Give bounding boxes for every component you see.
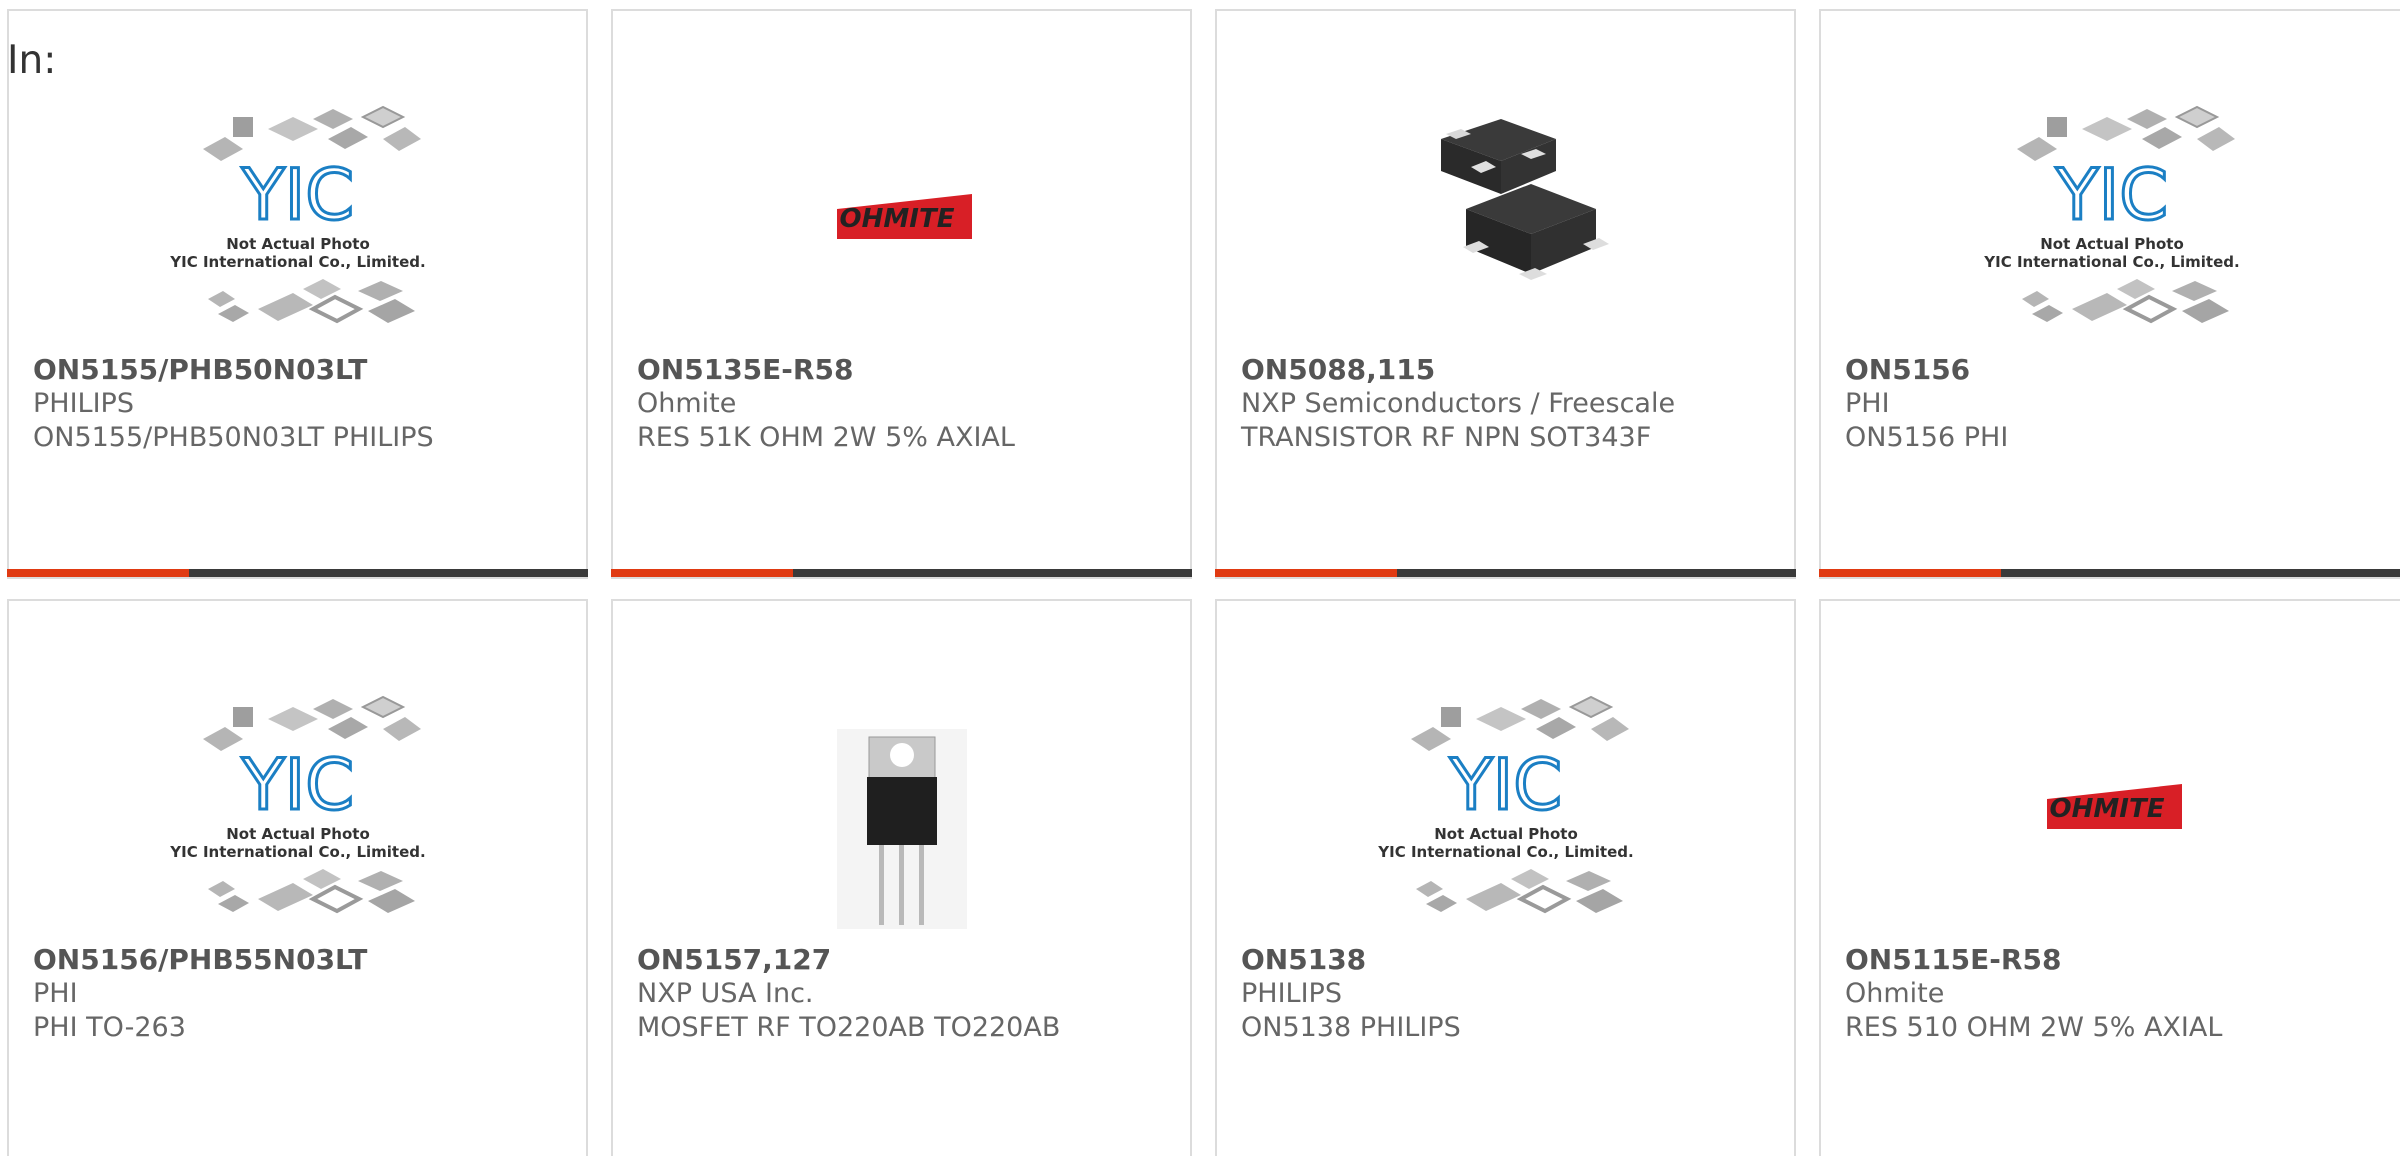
manufacturer: NXP Semiconductors / Freescale bbox=[1241, 388, 1676, 419]
card-bar bbox=[611, 569, 1192, 577]
description: RES 510 OHM 2W 5% AXIAL bbox=[1845, 1012, 2223, 1043]
sot343-package-image bbox=[1371, 99, 1641, 349]
manufacturer: PHILIPS bbox=[1241, 978, 1342, 1009]
svg-text:Not Actual Photo: Not Actual Photo bbox=[2040, 235, 2184, 253]
part-number[interactable]: ON5138 bbox=[1241, 943, 1778, 977]
ohmite-logo-image: OHMITE bbox=[1977, 689, 2247, 939]
svg-text:YIC International Co., Limited: YIC International Co., Limited. bbox=[169, 253, 425, 271]
to220-package-image bbox=[767, 689, 1037, 939]
placeholder-image: YIC Not Actual Photo YIC International C… bbox=[1371, 689, 1641, 939]
manufacturer: PHI bbox=[1845, 388, 1890, 419]
product-card[interactable]: OHMITE ON5115E-R58 Ohmite RES 510 OHM 2W… bbox=[1819, 599, 2400, 1156]
description: RES 51K OHM 2W 5% AXIAL bbox=[637, 422, 1015, 453]
svg-text:YIC: YIC bbox=[2054, 154, 2167, 236]
part-number[interactable]: ON5156 bbox=[1845, 353, 2386, 387]
description: MOSFET RF TO220AB TO220AB bbox=[637, 1012, 1061, 1043]
product-card[interactable]: OHMITE ON5135E-R58 Ohmite RES 51K OHM 2W… bbox=[611, 9, 1192, 579]
manufacturer: Ohmite bbox=[1845, 978, 1945, 1009]
svg-text:Not Actual Photo: Not Actual Photo bbox=[226, 825, 370, 843]
part-number[interactable]: ON5156/PHB55N03LT bbox=[33, 943, 570, 977]
description: ON5156 PHI bbox=[1845, 422, 2009, 453]
svg-text:Not Actual Photo: Not Actual Photo bbox=[1434, 825, 1578, 843]
card-bar bbox=[7, 569, 588, 577]
manufacturer: Ohmite bbox=[637, 388, 737, 419]
svg-text:YIC International Co., Limited: YIC International Co., Limited. bbox=[1377, 843, 1633, 861]
svg-text:YIC International Co., Limited: YIC International Co., Limited. bbox=[1983, 253, 2239, 271]
svg-text:YIC: YIC bbox=[1448, 744, 1561, 826]
part-number[interactable]: ON5115E-R58 bbox=[1845, 943, 2386, 977]
part-number[interactable]: ON5155/PHB50N03LT bbox=[33, 353, 570, 387]
part-number[interactable]: ON5135E-R58 bbox=[637, 353, 1174, 387]
svg-text:YIC: YIC bbox=[240, 744, 353, 826]
product-card[interactable]: YIC Not Actual Photo YIC International C… bbox=[7, 599, 588, 1156]
card-bar bbox=[1819, 569, 2400, 577]
ohmite-logo-image: OHMITE bbox=[767, 99, 1037, 349]
placeholder-image: YIC Not Actual Photo YIC International C… bbox=[163, 99, 433, 349]
product-card[interactable]: YIC Not Actual Photo YIC International C… bbox=[1819, 9, 2400, 579]
description: ON5138 PHILIPS bbox=[1241, 1012, 1461, 1043]
product-card[interactable]: ON5088,115 NXP Semiconductors / Freescal… bbox=[1215, 9, 1796, 579]
placeholder-image: YIC Not Actual Photo YIC International C… bbox=[1977, 99, 2247, 349]
product-card[interactable]: YIC Not Actual Photo YIC International C… bbox=[1215, 599, 1796, 1156]
in-label: In: bbox=[7, 38, 57, 83]
svg-text:YIC: YIC bbox=[240, 154, 353, 236]
description: ON5155/PHB50N03LT PHILIPS bbox=[33, 422, 434, 453]
product-card[interactable]: ON5157,127 NXP USA Inc. MOSFET RF TO220A… bbox=[611, 599, 1192, 1156]
description: TRANSISTOR RF NPN SOT343F bbox=[1241, 422, 1652, 453]
description: PHI TO-263 bbox=[33, 1012, 186, 1043]
svg-text:Not Actual Photo: Not Actual Photo bbox=[226, 235, 370, 253]
manufacturer: PHI bbox=[33, 978, 78, 1009]
product-card[interactable]: YIC Not Actual Photo YIC International C… bbox=[7, 9, 588, 579]
part-number[interactable]: ON5088,115 bbox=[1241, 353, 1778, 387]
svg-text:OHMITE: OHMITE bbox=[2049, 794, 2164, 824]
manufacturer: NXP USA Inc. bbox=[637, 978, 814, 1009]
card-bar bbox=[1215, 569, 1796, 577]
placeholder-image: YIC Not Actual Photo YIC International C… bbox=[163, 689, 433, 939]
part-number[interactable]: ON5157,127 bbox=[637, 943, 1174, 977]
results-grid: In: YIC Not Actual Photo YIC Internation… bbox=[0, 0, 2400, 1156]
manufacturer: PHILIPS bbox=[33, 388, 134, 419]
svg-text:OHMITE: OHMITE bbox=[839, 204, 954, 234]
svg-text:YIC International Co., Limited: YIC International Co., Limited. bbox=[169, 843, 425, 861]
